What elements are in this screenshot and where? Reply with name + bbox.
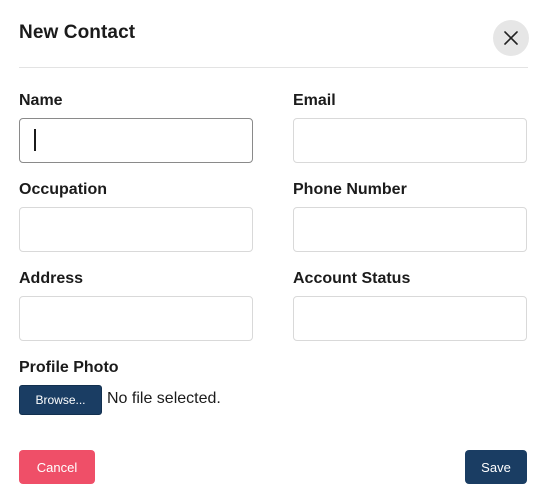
email-label: Email [293,92,336,109]
close-button[interactable] [493,20,529,56]
account-status-input[interactable] [293,296,527,341]
phone-number-label: Phone Number [293,181,407,198]
name-field-wrapper [19,118,253,163]
new-contact-dialog: New Contact Name Email Occupation Phone … [0,0,547,501]
header-divider [19,67,528,68]
address-input[interactable] [19,296,253,341]
email-input[interactable] [293,118,527,163]
dialog-title: New Contact [19,22,136,43]
account-status-label: Account Status [293,270,411,287]
text-caret [34,129,36,151]
dialog-header: New Contact [19,18,529,68]
name-label: Name [19,92,63,109]
save-button[interactable]: Save [465,450,527,484]
file-status-text: No file selected. [107,390,221,407]
address-label: Address [19,270,84,287]
browse-button[interactable]: Browse... [19,385,102,415]
name-input[interactable] [19,118,253,163]
phone-number-input[interactable] [293,207,527,252]
profile-photo-label: Profile Photo [19,359,119,376]
cancel-button[interactable]: Cancel [19,450,95,484]
occupation-input[interactable] [19,207,253,252]
close-icon [504,31,518,45]
occupation-label: Occupation [19,181,108,198]
